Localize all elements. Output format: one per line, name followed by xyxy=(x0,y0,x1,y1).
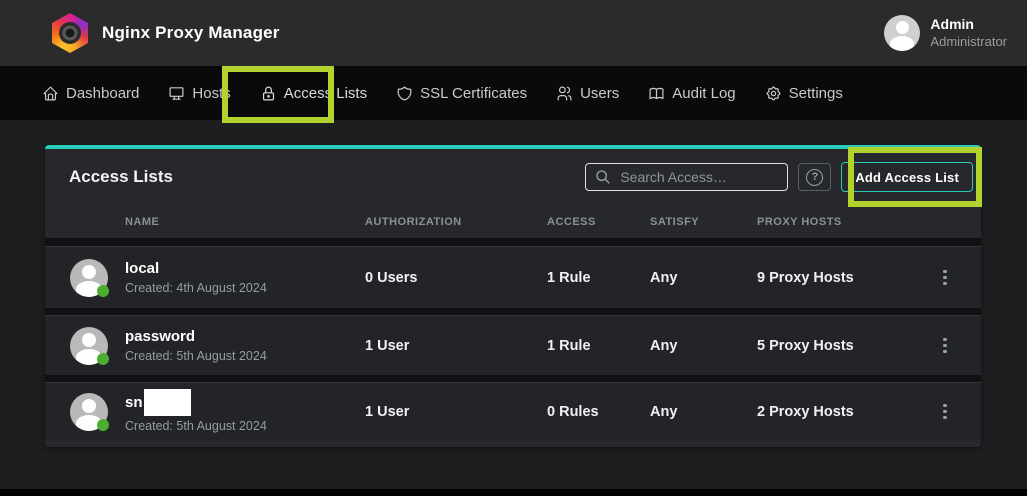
user-menu[interactable]: Admin Administrator xyxy=(884,15,1007,51)
home-icon xyxy=(42,85,59,102)
column-header-satisfy: SATISFY xyxy=(650,216,757,228)
divider xyxy=(45,308,981,315)
access-lists-panel: Access Lists ? Add Access List NAME AUTH… xyxy=(45,145,981,447)
column-header-authorization: AUTHORIZATION xyxy=(365,216,547,228)
cell-proxy-hosts: 9 Proxy Hosts xyxy=(757,270,935,286)
cell-satisfy: Any xyxy=(650,338,757,354)
help-button[interactable]: ? xyxy=(798,163,831,191)
cell-satisfy: Any xyxy=(650,270,757,286)
row-avatar xyxy=(70,393,108,431)
row-actions-kebab-menu-icon[interactable] xyxy=(936,334,954,358)
row-created: Created: 5th August 2024 xyxy=(125,348,365,364)
nav-item-dashboard[interactable]: Dashboard xyxy=(42,85,139,102)
help-circle-icon: ? xyxy=(806,169,823,186)
user-name: Admin xyxy=(930,16,1007,34)
add-access-list-button[interactable]: Add Access List xyxy=(841,162,973,192)
name-cell: password Created: 5th August 2024 xyxy=(125,327,365,365)
table-row[interactable]: local Created: 4th August 2024 0 Users 1… xyxy=(45,246,981,308)
nav-label: Audit Log xyxy=(672,85,735,102)
cell-access: 0 Rules xyxy=(547,404,650,420)
table-row[interactable]: password Created: 5th August 2024 1 User… xyxy=(45,315,981,375)
page: Nginx Proxy Manager Admin Administrator … xyxy=(0,0,1027,496)
table-row[interactable]: sn Created: 5th August 2024 1 User 0 Rul… xyxy=(45,382,981,440)
user-text: Admin Administrator xyxy=(930,16,1007,50)
table-header: NAME AUTHORIZATION ACCESS SATISFY PROXY … xyxy=(45,205,981,238)
status-dot-icon xyxy=(97,419,109,431)
row-actions-kebab-menu-icon[interactable] xyxy=(936,266,954,290)
nav-item-settings[interactable]: Settings xyxy=(765,85,843,102)
cell-access: 1 Rule xyxy=(547,338,650,354)
search-box xyxy=(585,163,788,191)
row-avatar xyxy=(70,327,108,365)
cell-authorization: 0 Users xyxy=(365,270,547,286)
cell-authorization: 1 User xyxy=(365,338,547,354)
search-icon xyxy=(595,169,611,185)
status-dot-icon xyxy=(97,285,109,297)
main-nav: Dashboard Hosts Access Lists SSL Certifi… xyxy=(0,66,1027,120)
user-role: Administrator xyxy=(930,34,1007,50)
nav-label: Dashboard xyxy=(66,85,139,102)
nav-label: SSL Certificates xyxy=(420,85,527,102)
cell-proxy-hosts: 2 Proxy Hosts xyxy=(757,404,935,420)
nav-item-ssl-certificates[interactable]: SSL Certificates xyxy=(396,85,527,102)
search-input[interactable] xyxy=(585,163,788,191)
row-created: Created: 5th August 2024 xyxy=(125,418,365,434)
users-icon xyxy=(556,85,573,102)
row-avatar xyxy=(70,259,108,297)
page-title: Access Lists xyxy=(69,167,173,187)
divider xyxy=(45,375,981,382)
nav-label: Users xyxy=(580,85,619,102)
row-name: local xyxy=(125,259,365,279)
row-name: sn xyxy=(125,389,365,416)
book-icon xyxy=(648,85,665,102)
nav-label: Access Lists xyxy=(284,85,367,102)
nav-label: Settings xyxy=(789,85,843,102)
divider xyxy=(45,238,981,246)
row-created: Created: 4th August 2024 xyxy=(125,280,365,296)
card-footer xyxy=(45,440,981,447)
redaction-box xyxy=(144,389,191,416)
status-dot-icon xyxy=(97,353,109,365)
row-actions-kebab-menu-icon[interactable] xyxy=(936,400,954,424)
nav-item-audit-log[interactable]: Audit Log xyxy=(648,85,735,102)
column-header-access: ACCESS xyxy=(547,216,650,228)
cell-access: 1 Rule xyxy=(547,270,650,286)
row-name: password xyxy=(125,327,365,347)
cell-proxy-hosts: 5 Proxy Hosts xyxy=(757,338,935,354)
nav-item-users[interactable]: Users xyxy=(556,85,619,102)
shield-icon xyxy=(396,85,413,102)
bottom-strip xyxy=(0,489,1027,496)
nav-item-hosts[interactable]: Hosts xyxy=(168,85,230,102)
panel-actions: ? Add Access List xyxy=(585,162,973,192)
cell-authorization: 1 User xyxy=(365,404,547,420)
cell-satisfy: Any xyxy=(650,404,757,420)
column-header-proxy-hosts: PROXY HOSTS xyxy=(757,216,935,228)
nav-item-access-lists[interactable]: Access Lists xyxy=(260,85,367,102)
brand: Nginx Proxy Manager xyxy=(52,13,280,53)
nav-label: Hosts xyxy=(192,85,230,102)
npm-hexagon-logo-icon xyxy=(52,13,88,53)
name-cell: local Created: 4th August 2024 xyxy=(125,259,365,297)
panel-header: Access Lists ? Add Access List xyxy=(45,149,981,205)
column-header-name: NAME xyxy=(125,216,365,228)
app-title: Nginx Proxy Manager xyxy=(102,23,280,43)
gear-icon xyxy=(765,85,782,102)
lock-icon xyxy=(260,85,277,102)
topbar: Nginx Proxy Manager Admin Administrator xyxy=(0,0,1027,66)
name-cell: sn Created: 5th August 2024 xyxy=(125,389,365,434)
user-avatar xyxy=(884,15,920,51)
monitor-icon xyxy=(168,85,185,102)
